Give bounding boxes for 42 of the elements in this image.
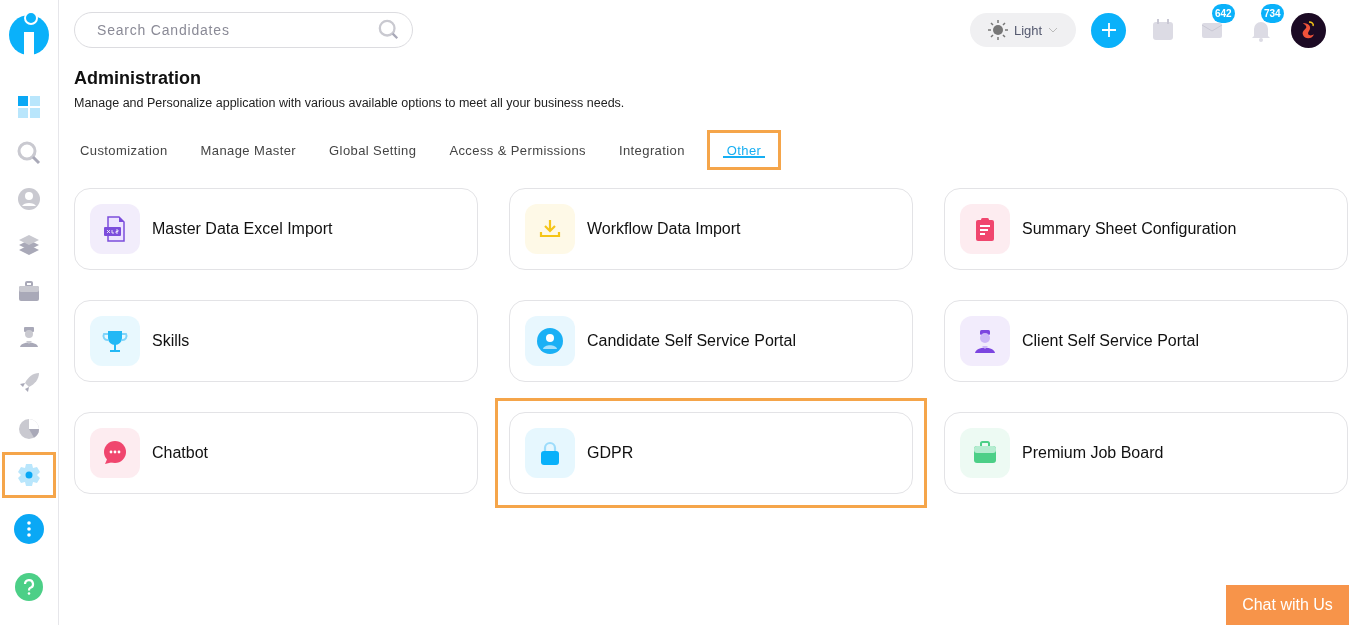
settings-card[interactable]: Workflow Data Import <box>509 188 913 270</box>
settings-card[interactable]: Master Data Excel Import <box>74 188 478 270</box>
theme-toggle[interactable]: Light <box>970 13 1076 47</box>
person-icon <box>17 187 41 211</box>
settings-card[interactable]: Summary Sheet Configuration <box>944 188 1348 270</box>
count-badge: 734 <box>1261 4 1284 23</box>
search-icon <box>17 141 41 165</box>
settings-card[interactable]: Client Self Service Portal <box>944 300 1348 382</box>
calendar-icon <box>1151 18 1175 42</box>
tab[interactable]: Manage Master <box>189 130 308 170</box>
logo-icon <box>8 10 50 56</box>
add-button[interactable] <box>1091 12 1126 48</box>
page-subtitle: Manage and Personalize application with various available options to meet all your business needs. <box>74 96 626 110</box>
help-button[interactable] <box>15 573 43 601</box>
tab[interactable]: Global Setting <box>318 130 428 170</box>
sun-icon <box>988 20 1008 40</box>
settings-card[interactable]: Candidate Self Service Portal <box>509 300 913 382</box>
layers-icon <box>17 233 41 257</box>
gear-icon <box>17 463 41 487</box>
settings-card[interactable]: Chatbot <box>74 412 478 494</box>
more-icon <box>27 521 31 537</box>
help-icon <box>23 579 35 595</box>
tab[interactable]: Customization <box>69 130 179 170</box>
more-button[interactable] <box>14 514 44 544</box>
dashboard-icon <box>17 95 41 119</box>
settings-card[interactable]: Premium Job Board <box>944 412 1348 494</box>
search-icon <box>378 19 400 41</box>
tab[interactable]: Integration <box>607 130 696 170</box>
avatar[interactable] <box>1291 12 1326 48</box>
plus-icon <box>1100 22 1117 38</box>
count-badge: 642 <box>1212 4 1235 23</box>
settings-card[interactable]: GDPR <box>509 412 913 494</box>
sidebar-item[interactable] <box>2 452 56 498</box>
page-title: Administration <box>74 68 202 89</box>
settings-card[interactable]: Skills <box>74 300 478 382</box>
calendar-button[interactable] <box>1151 18 1175 42</box>
pie-icon <box>17 417 41 441</box>
user-icon <box>17 325 41 349</box>
search-input[interactable]: Search Candidates <box>95 21 378 39</box>
briefcase-icon <box>17 279 41 303</box>
chevron-icon <box>1048 27 1059 33</box>
tab[interactable]: Access & Permissions <box>438 130 597 170</box>
